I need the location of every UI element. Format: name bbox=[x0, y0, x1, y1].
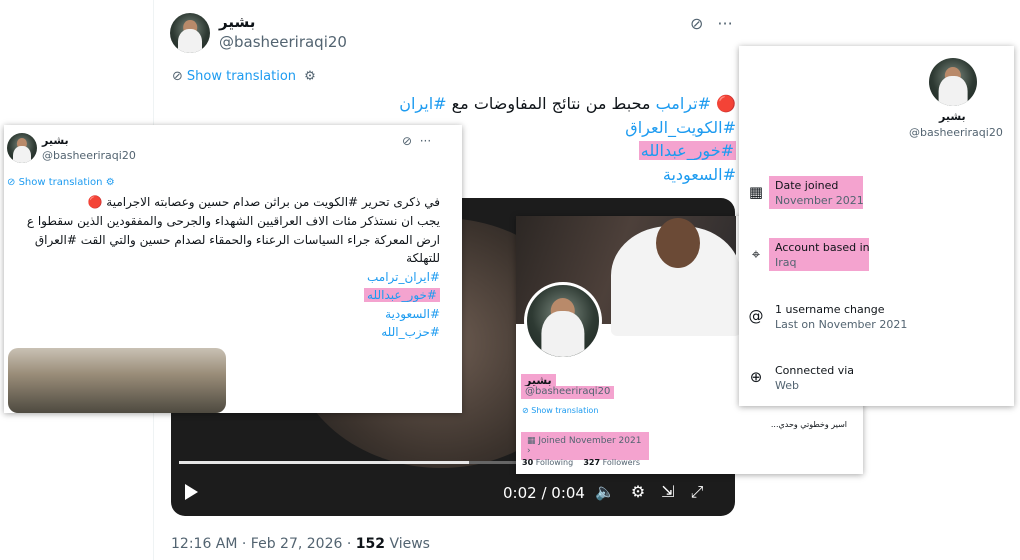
more-icon[interactable]: ··· bbox=[717, 14, 732, 33]
show-translation-link: ⊘ Show translation bbox=[522, 406, 599, 415]
at-sign-icon: @ bbox=[748, 307, 764, 325]
video-time: 0:02 / 0:04 bbox=[503, 484, 585, 502]
profile-handle: @basheeriraqi20 bbox=[909, 126, 1003, 139]
show-translation-link[interactable]: ⊘ Show translation ⚙ bbox=[172, 69, 320, 84]
tweet-text: يجب ان نستذكر مئات الاف العراقيين الشهدا… bbox=[26, 214, 440, 228]
views-count: 152 bbox=[355, 536, 385, 552]
translate-icon: ⊘ bbox=[172, 69, 183, 84]
author-handle: @basheeriraqi20 bbox=[42, 149, 136, 162]
tweet-top-actions: ⊘ ··· bbox=[402, 134, 431, 148]
mute-icon[interactable]: 🔈 bbox=[595, 482, 615, 501]
settings-icon[interactable]: ⚙ bbox=[631, 482, 645, 501]
joined-date: ▦ Joined November 2021 › bbox=[521, 432, 649, 460]
tweet-text-line1: 🔴 #ترامب محبط من نتائج المفاوضات مع #اير… bbox=[399, 94, 736, 113]
chevron-right-icon: › bbox=[527, 446, 531, 456]
hashtag-link: #السعودية bbox=[385, 307, 440, 321]
hashtag-link[interactable]: #ترامب bbox=[656, 94, 711, 113]
tweet-text: للتهلكة bbox=[406, 251, 440, 265]
tweet-text: محبط من نتائج المفاوضات مع bbox=[451, 94, 651, 113]
avatar[interactable] bbox=[170, 13, 210, 53]
avatar bbox=[524, 282, 602, 360]
profile-name: بشير bbox=[939, 110, 966, 123]
author-name: بشير bbox=[42, 134, 69, 147]
play-icon[interactable] bbox=[185, 484, 198, 500]
hashtag-link[interactable]: #الكويت_العراق bbox=[625, 118, 736, 137]
timestamp[interactable]: 12:16 AM · Feb 27, 2026 bbox=[171, 536, 342, 552]
hashtag-link: #ايران_ترامب bbox=[366, 270, 440, 284]
older-tweet-screenshot: بشير @basheeriraqi20 ⊘ ··· ⊘ Show transl… bbox=[4, 125, 462, 413]
hashtag-link: #خور_عبدالله bbox=[364, 288, 440, 302]
grok-icon[interactable]: ⊘ bbox=[690, 14, 703, 33]
hashtag-link: #حزب_الله bbox=[381, 325, 440, 339]
tweet-text: في ذكرى تحرير #الكويت من براثن صدام حسين… bbox=[87, 195, 440, 209]
views-label: Views bbox=[389, 536, 430, 552]
location-pin-icon: ⌖ bbox=[751, 245, 761, 263]
author-handle[interactable]: @basheeriraqi20 bbox=[219, 33, 347, 51]
follow-counts: 30 Following 327 Followers bbox=[522, 458, 641, 467]
gear-icon[interactable]: ⚙ bbox=[304, 69, 316, 84]
account-info-screenshot: بشير @basheeriraqi20 ▦ Date joined Novem… bbox=[739, 46, 1014, 406]
hashtag-link[interactable]: #خور_عبدالله bbox=[638, 141, 736, 160]
avatar bbox=[929, 58, 977, 106]
tweet-text: ارض المعركة جراء السياسات الرعناء والحمق… bbox=[34, 233, 440, 247]
gear-icon: ⚙ bbox=[105, 177, 115, 188]
avatar bbox=[7, 133, 37, 163]
hashtag-link[interactable]: #ايران bbox=[399, 94, 446, 113]
profile-bio: اسير وخطوتي وحدي... bbox=[770, 420, 847, 429]
show-translation-link: ⊘ Show translation ⚙ bbox=[7, 177, 115, 188]
pip-icon[interactable]: ⇲ bbox=[661, 482, 674, 501]
calendar-icon: ▦ bbox=[527, 436, 536, 446]
more-icon: ··· bbox=[419, 134, 432, 148]
profile-handle: @basheeriraqi20 bbox=[521, 386, 615, 399]
red-circle-emoji: 🔴 bbox=[716, 94, 736, 113]
globe-icon: ⊕ bbox=[749, 368, 763, 386]
hashtag-link[interactable]: #السعودية bbox=[663, 165, 736, 184]
author-name[interactable]: بشير bbox=[219, 13, 255, 31]
tweet-meta: 12:16 AM · Feb 27, 2026 · 152 Views bbox=[171, 536, 430, 552]
fullscreen-icon[interactable]: ⤢ bbox=[691, 482, 704, 501]
calendar-icon: ▦ bbox=[748, 183, 764, 201]
tweet-image bbox=[8, 348, 226, 413]
tweet-top-actions: ⊘ ··· bbox=[690, 14, 747, 33]
grok-icon: ⊘ bbox=[402, 134, 413, 148]
video-controls: 🔈 ⚙ ⇲ ⤢ bbox=[595, 482, 719, 502]
